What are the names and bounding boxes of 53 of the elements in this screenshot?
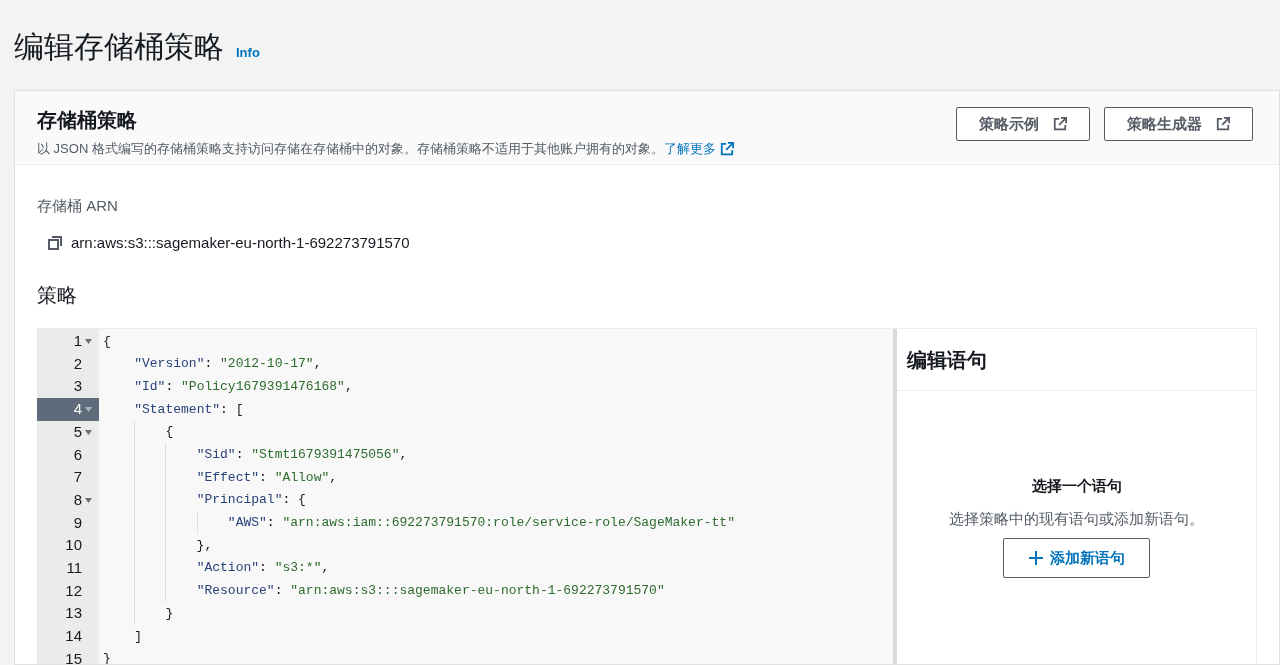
empty-state-text: 选择策略中的现有语句或添加新语句。	[949, 508, 1204, 529]
external-link-button[interactable]: 策略生成器	[1104, 107, 1253, 141]
gutter-line[interactable]: 5	[37, 420, 99, 444]
code-line: },	[195, 536, 213, 555]
add-statement-button[interactable]: 添加新语句	[1003, 538, 1150, 578]
arn-value: arn:aws:s3:::sagemaker-eu-north-1-692273791570	[71, 232, 410, 253]
gutter-line[interactable]: 15	[37, 647, 99, 664]
external-link-icon	[719, 141, 734, 156]
code-line: "Effect": "Allow",	[195, 468, 338, 487]
fold-icon[interactable]	[84, 338, 92, 344]
gutter-line[interactable]: 14	[37, 624, 99, 648]
gutter-line[interactable]: 12	[37, 579, 99, 603]
code-line: "Principal": {	[195, 491, 306, 510]
code-line: "Resource": "arn:aws:s3:::sagemaker-eu-north-1-692273791570"	[195, 582, 665, 601]
gutter-line[interactable]: 11	[37, 556, 99, 580]
external-link-icon	[1216, 117, 1230, 131]
code-editor[interactable]	[37, 329, 893, 664]
policy-label: 策略	[37, 283, 78, 308]
panel-title: 编辑语句	[897, 329, 1256, 391]
code-line: "Action": "s3:*",	[195, 559, 330, 578]
fold-icon[interactable]	[84, 497, 92, 503]
learn-more-link[interactable]: 了解更多	[663, 139, 734, 159]
gutter-line[interactable]: 2	[37, 352, 99, 376]
plus-icon	[1028, 550, 1044, 566]
fold-icon[interactable]	[84, 429, 92, 435]
code-line: ]	[133, 627, 142, 646]
fold-icon[interactable]	[84, 406, 92, 412]
gutter-line[interactable]: 3	[37, 375, 99, 399]
external-link-button[interactable]: 策略示例	[956, 107, 1090, 141]
code-line: "Id": "Policy1679391476168",	[133, 377, 353, 396]
code-line: "Version": "2012-10-17",	[133, 355, 322, 374]
gutter-line[interactable]: 9	[37, 511, 99, 535]
card-description: 以 JSON 格式编写的存储桶策略支持访问存储在存储桶中的对象。存储桶策略不适用于其他账户拥有的对象。	[37, 140, 664, 158]
empty-state-title: 选择一个语句	[1031, 476, 1122, 496]
card-title: 存储桶策略	[37, 108, 138, 133]
gutter-line[interactable]: 13	[37, 602, 99, 625]
code-line: "Sid": "Stmt1679391475056",	[195, 446, 408, 465]
gutter-line[interactable]: 7	[37, 466, 99, 489]
page-title: 编辑存储桶策略	[14, 32, 224, 62]
gutter-line[interactable]: 6	[37, 443, 99, 467]
arn-label: 存储桶 ARN	[37, 196, 119, 216]
code-line: }	[164, 604, 174, 623]
gutter-line[interactable]: 8	[37, 488, 99, 512]
info-link[interactable]: Info	[236, 42, 260, 62]
gutter-line[interactable]: 1	[37, 330, 99, 353]
copy-icon[interactable]	[47, 234, 63, 251]
code-line: }	[103, 650, 111, 664]
code-line: {	[103, 332, 111, 351]
code-line: {	[164, 423, 174, 442]
external-link-icon	[1053, 117, 1067, 131]
code-line: "Statement": [	[133, 400, 244, 419]
code-line: "AWS": "arn:aws:iam::692273791570:role/service-role/SageMaker-tt"	[226, 514, 735, 533]
gutter-line[interactable]: 10	[37, 534, 99, 557]
